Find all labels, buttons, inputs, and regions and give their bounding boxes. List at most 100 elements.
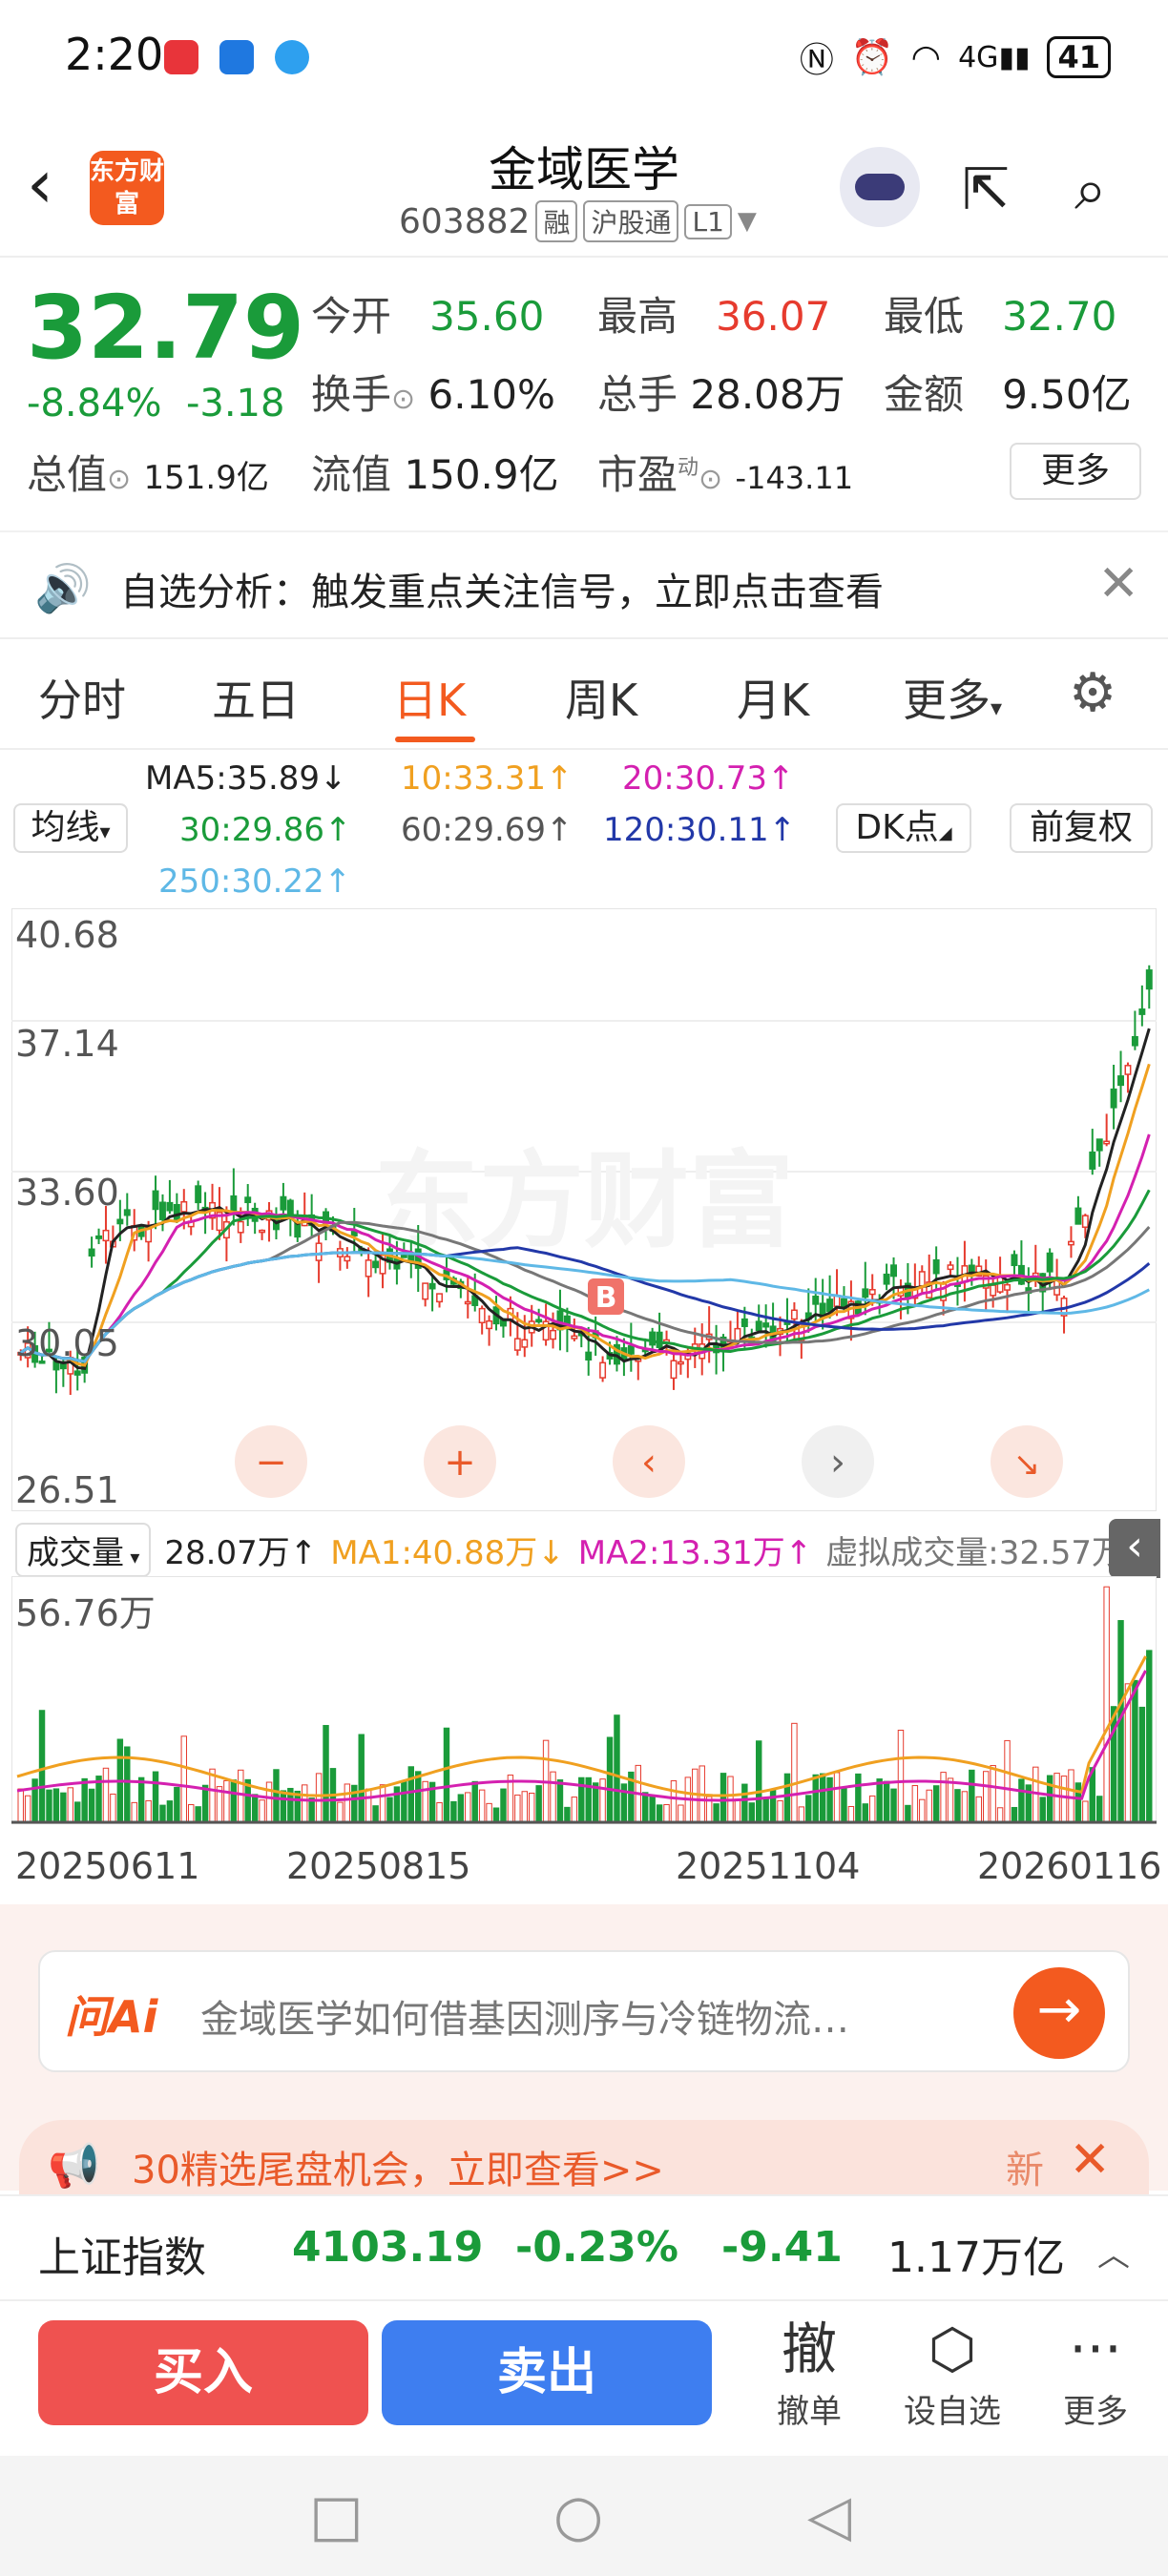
volume-bar [1110,1706,1117,1823]
volume-bar [947,1777,954,1823]
volume-bar [372,1805,379,1823]
candle-body [259,1229,266,1234]
share-icon[interactable]: ⇱ [962,156,1010,223]
recents-icon[interactable]: □ [309,2483,364,2549]
volume-bar [905,1804,911,1823]
hexagon-icon: ⬡ [928,2316,977,2381]
scroll-right-button[interactable]: › [802,1425,874,1498]
tab-more[interactable]: 更多▾ [903,666,1002,729]
volume-bar [663,1803,670,1823]
volume-indicator-selector[interactable]: 成交量 ▾ [15,1523,152,1577]
candle-body [755,1320,762,1332]
volume-bar [379,1784,386,1823]
more-actions-button[interactable]: ··· 更多 [1038,2313,1153,2432]
index-ticker[interactable]: 上证指数 4103.19 -0.23% -9.41 1.17万亿 ︿ [0,2194,1168,2301]
volume-bar [869,1795,876,1823]
candle-body [1068,1240,1074,1246]
y-axis-label-2: 37.14 [15,1023,119,1065]
buy-button[interactable]: 买入 [38,2320,368,2425]
volume-chart[interactable] [11,1576,1157,1824]
volume-bar [996,1807,1004,1823]
candle-body [159,1201,166,1220]
volume-bar [990,1765,996,1823]
close-icon[interactable]: ✕ [1069,2131,1111,2189]
candle-body [1046,1252,1053,1273]
ai-question-bar[interactable]: 问Ai 金域医学如何借基因测序与冷链物流… → [38,1950,1130,2072]
svg-text:↘: ↘ [1013,1445,1041,1484]
low-field: 最低 32.70 [884,293,1117,340]
volume-bar [720,1773,727,1823]
volume-bar [741,1783,748,1823]
volume-bar [145,1799,152,1823]
volume-bar [88,1788,95,1823]
volume-bar [890,1788,897,1823]
x-axis-date-3: 20251104 [676,1845,861,1887]
volume-field: 总手 28.08万 [597,371,845,418]
adjust-price-button[interactable]: 前复权 [1010,803,1153,853]
tab-five-day[interactable]: 五日 [212,666,300,729]
zoom-out-button[interactable]: − [235,1425,307,1498]
zoom-in-button[interactable]: + [424,1425,496,1498]
stock-code-row[interactable]: 603882 融 沪股通 L1 ▼ [399,200,757,242]
arrow-right-icon[interactable]: → [1013,1967,1105,2059]
chevron-up-icon[interactable]: ︿ [1097,2229,1130,2275]
new-badge: 新 [1006,2149,1044,2192]
watchlist-notice[interactable]: 🔊 自选分析：触发重点关注信号，立即点击查看 ✕ [0,530,1168,639]
volume-bar [855,1773,862,1823]
reset-button[interactable]: ↘ [991,1425,1063,1498]
candle-body [585,1351,593,1361]
volume-bar [201,1784,209,1823]
ma20-value: 20:30.73↑ [622,759,795,798]
volume-bar [521,1791,528,1823]
collapse-panel-button[interactable]: ‹ [1109,1519,1160,1578]
cancel-order-button[interactable]: 撤 撤单 [752,2313,866,2432]
candle-body [152,1190,159,1211]
back-icon[interactable]: ◁ [807,2483,851,2549]
ai-assistant-icon[interactable] [840,147,920,227]
volume-bar [606,1736,614,1823]
scroll-left-button[interactable]: ‹ [613,1425,685,1498]
kline-chart[interactable]: 东方财富 B − + ‹ › ↘ [11,908,1157,1511]
volume-bar [1018,1778,1025,1823]
gear-icon[interactable]: ⚙ [1069,662,1116,724]
volume-bar [713,1803,720,1823]
tab-weekly-k[interactable]: 周K [565,666,637,729]
tab-daily-k[interactable]: 日K [393,666,466,729]
volume-bar [862,1803,868,1823]
dk-point-button[interactable]: DK点◢ [836,803,971,853]
volume-bar [137,1776,145,1823]
volume-bar [756,1740,762,1823]
volume-bar [52,1788,60,1823]
candle-body [734,1327,741,1342]
ai-question-text: 金域医学如何借基因测序与冷链物流… [200,1998,849,2042]
promo-banner[interactable]: 📢 30精选尾盘机会，立即查看>> 新 ✕ [19,2120,1149,2206]
x-axis-date-2: 20250815 [286,1845,471,1887]
volume-bar [265,1781,273,1823]
search-icon[interactable]: ⌕ [1074,156,1107,223]
candle-body [812,1296,820,1305]
add-watchlist-button[interactable]: ⬡ 设自选 [895,2313,1010,2432]
more-quote-button[interactable]: 更多 [1010,443,1141,500]
candle-body [862,1288,869,1298]
candle-body [365,1259,372,1278]
home-icon[interactable]: ○ [553,2483,603,2549]
candle-body [1095,1138,1103,1152]
feishu-app-icon [219,40,254,74]
volume-bar [847,1805,855,1823]
volume-bar [585,1776,592,1823]
tab-monthly-k[interactable]: 月K [737,666,809,729]
close-icon[interactable]: ✕ [1097,555,1139,613]
volume-bar [1039,1797,1046,1823]
volume-bar [17,1788,24,1823]
indicator-selector[interactable]: 均线▾ [13,803,128,853]
signal-icon: 4G▮▮ [958,40,1031,74]
tab-intraday[interactable]: 分时 [38,666,126,729]
change-pct: -8.84% [27,382,162,426]
volume-ma1: MA1:40.88万↓ [330,1534,565,1572]
period-tabs: 分时 五日 日K 周K 月K 更多▾ ⚙ [0,641,1168,750]
sell-button[interactable]: 卖出 [382,2320,712,2425]
candle-body [123,1209,131,1216]
volume-bar [983,1771,990,1823]
volume-bar [620,1783,628,1823]
volume-bar [791,1722,798,1823]
